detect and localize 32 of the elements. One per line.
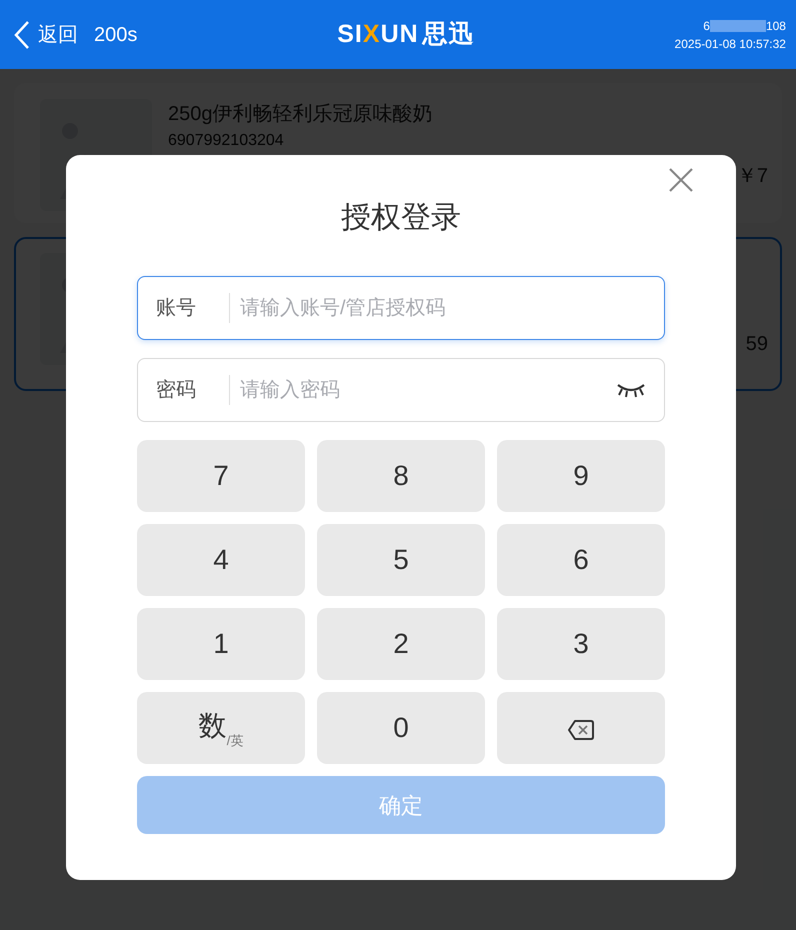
keypad-key[interactable]: 数$_{/英}$ — [137, 692, 305, 764]
logo-text: SIXUN — [337, 18, 419, 50]
barcode-text: 6907992103204 — [168, 131, 284, 151]
keypad-key[interactable]: 9 — [497, 440, 665, 512]
eye-closed-icon[interactable] — [616, 382, 646, 398]
phone-number: 6 — [703, 18, 710, 34]
blurred-area — [710, 20, 766, 32]
text-input[interactable]: 请输入密码 — [230, 375, 616, 405]
date-time: 2025-01-08 10:57:32 — [674, 36, 786, 52]
back-icon — [14, 20, 30, 50]
keypad-key[interactable]: 7 — [137, 440, 305, 512]
keypad-key[interactable]: 5 — [317, 524, 485, 596]
phone-number: 108 — [766, 18, 786, 34]
dialog-title: 授权登录 — [340, 200, 462, 236]
keypad-key[interactable]: 2 — [317, 608, 485, 680]
text-input[interactable]: 请输入账号/管店授权码 — [230, 293, 646, 323]
field-label: 账号 — [156, 293, 230, 323]
countdown-timer: 200s — [94, 22, 138, 48]
keypad-key[interactable]: 8 — [317, 440, 485, 512]
back-button[interactable]: 返回 — [14, 20, 78, 50]
close-button[interactable] — [668, 167, 694, 193]
logo-name: 思迅 — [422, 18, 475, 50]
input-field[interactable]: 账号 请输入账号/管店授权码 — [137, 276, 665, 340]
keypad-key[interactable]: 6 — [497, 524, 665, 596]
keypad-key[interactable]: 4 — [137, 524, 305, 596]
backspace-icon — [567, 718, 595, 741]
input-field[interactable]: 密码 请输入密码 — [137, 358, 665, 422]
close-icon — [668, 167, 694, 193]
keypad-key[interactable]: 1 — [137, 608, 305, 680]
keypad-key[interactable]: 3 — [497, 608, 665, 680]
field-label: 密码 — [156, 375, 230, 405]
keypad-key[interactable]: 0 — [317, 692, 485, 764]
